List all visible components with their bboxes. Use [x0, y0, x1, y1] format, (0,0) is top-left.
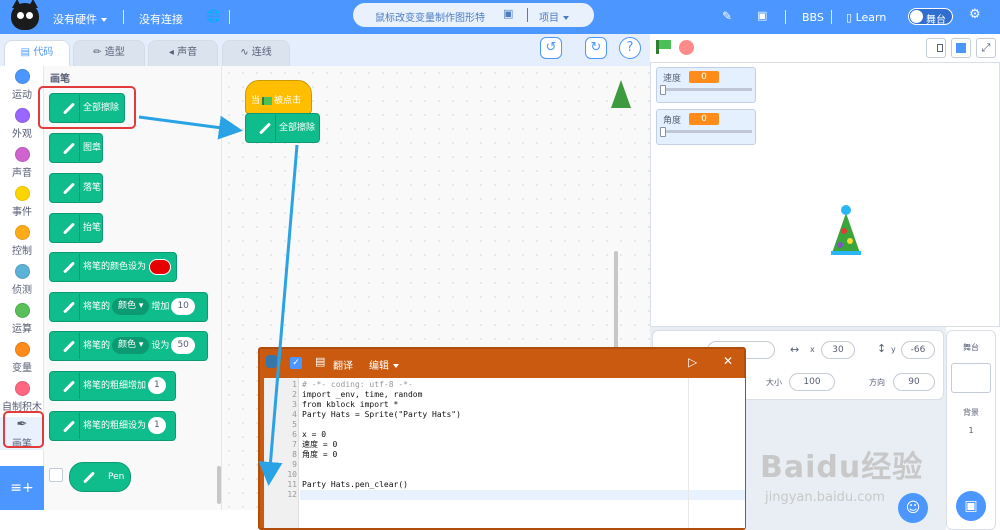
annotation-arrow — [138, 115, 243, 140]
annotation-arrow — [258, 144, 299, 486]
annotation-arrows — [138, 115, 299, 486]
